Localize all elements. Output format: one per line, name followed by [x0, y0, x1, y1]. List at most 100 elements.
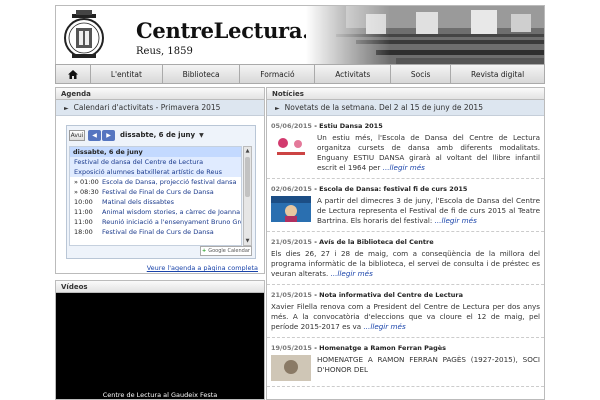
news-title[interactable]: 19/05/2015 - Homenatge a Ramon Ferran Pa…	[271, 344, 540, 352]
calendar-widget: Avui ◀ ▶ dissabte, 6 de juny ▼ dissabte,…	[66, 125, 256, 259]
calendar-event-time: 11:00	[74, 208, 93, 216]
arrow-right-icon: ►	[64, 105, 69, 112]
news-title-text: Avís de la Biblioteca del Centre	[319, 238, 434, 246]
read-more-link[interactable]: ...llegir més	[435, 216, 477, 225]
news-date: 21/05/2015	[271, 291, 312, 299]
news-item: 02/06/2015 - Escola de Dansa: festival f…	[267, 179, 544, 232]
news-date: 05/06/2015	[271, 122, 312, 130]
calendar-current-date: dissabte, 6 de juny	[120, 131, 196, 139]
calendar-event[interactable]: » 01:00 Escola de Dansa, projecció festiv…	[70, 177, 241, 187]
news-text: A partir del dimecres 3 de juny, l'Escol…	[317, 196, 540, 226]
arrow-right-icon: ►	[275, 105, 280, 112]
nav-home[interactable]	[56, 65, 91, 83]
next-day-button[interactable]: ▶	[102, 129, 115, 141]
calendar-event-time: 18:00	[74, 228, 93, 236]
nav-item-revista[interactable]: Revista digital	[451, 65, 544, 83]
videos-heading: Vídeos	[56, 281, 264, 293]
news-body: Els dies 26, 27 i 28 de maig, com a cons…	[271, 249, 540, 278]
nav-item-formacio[interactable]: Formació	[240, 65, 316, 83]
news-date: 21/05/2015	[271, 238, 312, 246]
site-header: CentreLectura.cat Reus, 1859	[55, 5, 545, 65]
news-item: 21/05/2015 - Nota informativa del Centre…	[267, 285, 544, 338]
news-thumbnail[interactable]	[271, 133, 311, 159]
calendar-event-title: Festival de Final de Curs de Dansa	[102, 188, 214, 196]
news-title-text: Estiu Dansa 2015	[319, 122, 383, 130]
calendar-event[interactable]: Festival de dansa del Centre de Lectura	[70, 157, 241, 167]
nav-item-biblioteca[interactable]: Biblioteca	[163, 65, 241, 83]
calendar-event[interactable]: 18:00 Festival de Final de Curs de Dansa	[70, 227, 241, 237]
nav-item-activitats[interactable]: Activitats	[315, 65, 392, 83]
crest-logo-icon	[64, 10, 104, 58]
prev-day-button[interactable]: ◀	[88, 129, 101, 141]
nav-item-socis[interactable]: Socis	[391, 65, 452, 83]
read-more-link[interactable]: ...llegir més	[331, 269, 373, 278]
news-date: 02/06/2015	[271, 185, 312, 193]
chevron-left-icon: ◀	[92, 131, 97, 139]
news-text: HOMENATGE A RAMON FERRAN PAGÈS (1927-201…	[317, 355, 540, 381]
calendar-event-list: dissabte, 6 de juny Festival de dansa de…	[69, 146, 242, 246]
calendar-event-time: 10:00	[74, 198, 93, 206]
news-title[interactable]: 21/05/2015 - Nota informativa del Centre…	[271, 291, 540, 299]
scroll-up-icon[interactable]: ▲	[244, 147, 251, 155]
calendar-event[interactable]: 10:00 Matinal dels dissabtes	[70, 197, 241, 207]
news-title[interactable]: 02/06/2015 - Escola de Dansa: festival f…	[271, 185, 540, 193]
library-photo	[306, 6, 544, 64]
agenda-bar-label: Calendari d'activitats - Primavera 2015	[73, 103, 221, 112]
scrollbar-thumb[interactable]	[245, 157, 250, 197]
video-caption: Centre de Lectura al Gaudeix Festa	[102, 391, 218, 399]
calendar-controls: Avui ◀ ▶ dissabte, 6 de juny ▼	[69, 129, 204, 141]
calendar-event-title: Animal wisdom stories, a càrrec de Joann…	[102, 208, 241, 216]
calendar-day-header: dissabte, 6 de juny	[70, 147, 241, 157]
news-text: Xavier Filella renova com a President de…	[271, 302, 540, 332]
scroll-down-icon[interactable]: ▼	[244, 237, 251, 245]
home-icon	[68, 69, 78, 79]
news-title[interactable]: 21/05/2015 - Avís de la Biblioteca del C…	[271, 238, 540, 246]
news-item: 21/05/2015 - Avís de la Biblioteca del C…	[267, 232, 544, 285]
calendar-event-title: Reunió iniciació a l'ensenyament Bruno G…	[102, 218, 241, 226]
read-more-link[interactable]: ...llegir més	[383, 163, 425, 172]
news-panel: Notícies ► Novetats de la setmana. Del 2 …	[266, 87, 545, 400]
news-title[interactable]: 05/06/2015 - Estiu Dansa 2015	[271, 122, 540, 130]
news-date: 19/05/2015	[271, 344, 312, 352]
calendar-event[interactable]: Exposició alumnes batxillerat artístic d…	[70, 167, 241, 177]
calendar-event[interactable]: 11:00 Reunió iniciació a l'ensenyament Br…	[70, 217, 241, 227]
calendar-event[interactable]: » 08:30 Festival de Final de Curs de Dans…	[70, 187, 241, 197]
calendar-scrollbar[interactable]: ▲ ▼	[243, 146, 252, 246]
main-nav: L'entitat Biblioteca Formació Activitats…	[55, 64, 545, 84]
calendar-event[interactable]: 11:00 Animal wisdom stories, a càrrec de …	[70, 207, 241, 217]
news-thumbnail[interactable]	[271, 196, 311, 222]
videos-panel: Vídeos Centre de Lectura al Gaudeix Fest…	[55, 280, 265, 400]
news-bar[interactable]: ► Novetats de la setmana. Del 2 al 15 de …	[267, 100, 544, 116]
news-body: HOMENATGE A RAMON FERRAN PAGÈS (1927-201…	[317, 355, 540, 374]
agenda-bar[interactable]: ► Calendari d'activitats - Primavera 2015	[56, 100, 264, 116]
agenda-panel: Agenda ► Calendari d'activitats - Primave…	[55, 87, 265, 274]
agenda-heading: Agenda	[56, 88, 264, 100]
chevron-right-icon: ▶	[106, 131, 111, 139]
read-more-link[interactable]: ...llegir més	[363, 322, 405, 331]
full-agenda-link[interactable]: Veure l'agenda a pàgina completa	[147, 264, 258, 272]
news-title-text: Nota informativa del Centre de Lectura	[319, 291, 463, 299]
google-calendar-badge[interactable]: + Google Calendar	[200, 246, 252, 256]
news-thumbnail[interactable]	[271, 355, 311, 381]
site-subtitle: Reus, 1859	[136, 46, 193, 57]
news-item: 05/06/2015 - Estiu Dansa 2015 Un estiu m…	[267, 116, 544, 179]
calendar-event-title: Escola de Dansa, projecció festival dans…	[102, 178, 237, 186]
news-title-text: Homenatge a Ramon Ferran Pagès	[319, 344, 447, 352]
news-list: 05/06/2015 - Estiu Dansa 2015 Un estiu m…	[267, 116, 544, 399]
calendar-event-time: 11:00	[74, 218, 93, 226]
calendar-event-title: Festival de dansa del Centre de Lectura	[74, 158, 204, 166]
chevron-down-icon[interactable]: ▼	[199, 132, 204, 139]
video-player[interactable]: Centre de Lectura al Gaudeix Festa	[56, 293, 264, 399]
nav-item-entitat[interactable]: L'entitat	[91, 65, 163, 83]
news-title-text: Escola de Dansa: festival fi de curs 201…	[319, 185, 468, 193]
calendar-event-title: Exposició alumnes batxillerat artístic d…	[74, 168, 222, 176]
news-text: Un estiu més, l'Escola de Dansa del Cent…	[317, 133, 540, 173]
calendar-event-time: » 08:30	[74, 188, 99, 196]
news-body: Un estiu més, l'Escola de Dansa del Cent…	[317, 133, 540, 172]
calendar-event-title: Matinal dels dissabtes	[102, 198, 175, 206]
news-body: A partir del dimecres 3 de juny, l'Escol…	[317, 196, 540, 225]
plus-icon: +	[202, 248, 207, 254]
news-text: Els dies 26, 27 i 28 de maig, com a cons…	[271, 249, 540, 279]
today-button[interactable]: Avui	[69, 129, 85, 141]
calendar-event-time: » 01:00	[74, 178, 99, 186]
